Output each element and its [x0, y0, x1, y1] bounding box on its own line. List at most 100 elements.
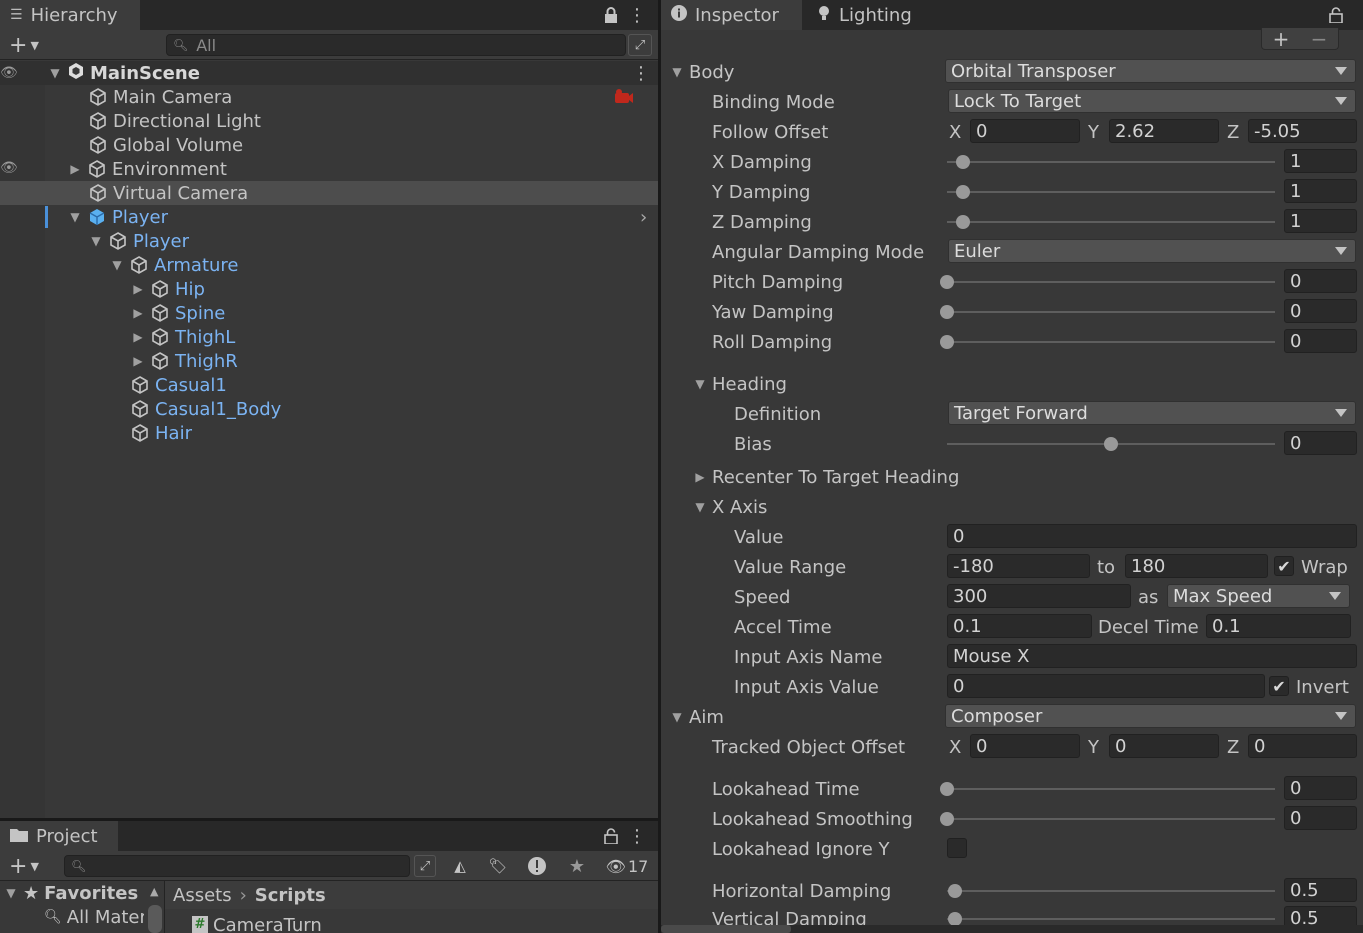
- remove-icon[interactable]: −: [1311, 27, 1328, 51]
- yaw-damping-slider-track[interactable]: [947, 311, 1275, 313]
- binding-mode-dropdown[interactable]: Lock To Target: [948, 89, 1356, 113]
- y-damping-slider-knob[interactable]: [956, 185, 971, 199]
- eye-icon[interactable]: 👁︎: [0, 160, 18, 176]
- definition-dropdown[interactable]: Target Forward: [948, 401, 1356, 425]
- hierarchy-item[interactable]: ▶ Environment: [68, 157, 227, 181]
- breadcrumb-assets[interactable]: Assets: [173, 885, 232, 906]
- favorites-item[interactable]: 🔍︎ All Mater: [44, 905, 144, 929]
- filter-by-label-icon[interactable]: 🏷︎: [486, 855, 510, 877]
- collapse-arrow-icon[interactable]: ▼: [68, 210, 82, 224]
- input-axis-name-field[interactable]: Mouse X: [947, 644, 1357, 668]
- chevron-right-icon[interactable]: ›: [640, 207, 647, 228]
- tracked-offset-y-field[interactable]: 0: [1109, 734, 1219, 758]
- roll-damping-field[interactable]: 0: [1284, 329, 1357, 353]
- hierarchy-item[interactable]: Global Volume: [88, 133, 243, 157]
- lookahead-smoothing-slider-track[interactable]: [947, 818, 1275, 820]
- bias-field[interactable]: 0: [1284, 431, 1357, 455]
- z-damping-field[interactable]: 1: [1284, 209, 1357, 233]
- speed-field[interactable]: 300: [947, 584, 1131, 608]
- tab-hierarchy[interactable]: ☰ Hierarchy: [0, 0, 140, 30]
- project-search-input[interactable]: 🔍︎: [64, 855, 410, 877]
- hierarchy-item[interactable]: Hair: [130, 421, 192, 445]
- hierarchy-item[interactable]: ▼ Armature: [110, 253, 238, 277]
- collapse-arrow-icon[interactable]: ▼: [4, 886, 18, 900]
- expand-arrow-icon[interactable]: ▶: [131, 282, 145, 296]
- hierarchy-item[interactable]: ▶ ThighR: [131, 349, 237, 373]
- hierarchy-item[interactable]: ▶ ThighL: [131, 325, 235, 349]
- collapse-arrow-icon[interactable]: ▼: [110, 258, 124, 272]
- yaw-damping-field[interactable]: 0: [1284, 299, 1357, 323]
- lock-icon[interactable]: [1327, 6, 1345, 24]
- create-add-icon[interactable]: + ▼: [4, 854, 44, 879]
- hierarchy-search-input[interactable]: 🔍︎ All: [166, 34, 626, 56]
- hierarchy-item[interactable]: Directional Light: [88, 109, 261, 133]
- vertical-scrollbar[interactable]: [148, 905, 162, 933]
- aim-foldout[interactable]: ▼ Aim: [671, 705, 723, 729]
- input-axis-value-field[interactable]: 0: [947, 674, 1265, 698]
- more-options-icon[interactable]: ⋮: [628, 826, 646, 847]
- expand-arrow-icon[interactable]: ▶: [131, 354, 145, 368]
- eye-icon[interactable]: 👁︎: [0, 65, 18, 81]
- lookahead-time-slider-track[interactable]: [947, 788, 1275, 790]
- project-file-item[interactable]: # CameraTurn: [192, 913, 322, 933]
- lookahead-ignore-y-checkbox[interactable]: [947, 838, 967, 858]
- tab-project[interactable]: Project: [0, 821, 118, 851]
- accel-time-field[interactable]: 0.1: [947, 614, 1092, 638]
- more-options-icon[interactable]: ⋮: [632, 63, 650, 84]
- search-by-scene-icon[interactable]: ⤢: [414, 855, 436, 877]
- vertical-damping-slider-knob[interactable]: [948, 912, 963, 926]
- follow-offset-y-label[interactable]: Y: [1088, 120, 1099, 144]
- y-damping-slider-track[interactable]: [947, 191, 1275, 193]
- x-damping-field[interactable]: 1: [1284, 149, 1357, 173]
- tracked-offset-x-label[interactable]: X: [949, 735, 961, 759]
- yaw-damping-slider-knob[interactable]: [940, 305, 954, 319]
- tracked-offset-z-field[interactable]: 0: [1248, 734, 1357, 758]
- value-range-min-field[interactable]: -180: [947, 554, 1090, 578]
- x-damping-slider-knob[interactable]: [956, 155, 971, 169]
- x-axis-value-field[interactable]: 0: [947, 524, 1357, 548]
- tracked-offset-y-label[interactable]: Y: [1088, 735, 1099, 759]
- scene-row[interactable]: 👁︎ ▼ MainScene ⋮: [0, 61, 658, 85]
- vertical-damping-slider-track[interactable]: [947, 918, 1275, 920]
- scene-visibility-toggle-icon[interactable]: ⤢: [628, 34, 652, 56]
- favorites-header[interactable]: ▼ ★ Favorites: [4, 881, 138, 905]
- tab-lighting[interactable]: Lighting: [807, 0, 917, 30]
- favorite-star-icon[interactable]: ★: [565, 855, 589, 877]
- lookahead-smoothing-field[interactable]: 0: [1284, 806, 1357, 830]
- scroll-up-arrow-icon[interactable]: ▲: [150, 885, 158, 898]
- lookahead-time-field[interactable]: 0: [1284, 776, 1357, 800]
- follow-offset-x-field[interactable]: 0: [970, 119, 1080, 143]
- lookahead-time-slider-knob[interactable]: [940, 782, 954, 796]
- bias-slider-knob[interactable]: [1104, 437, 1118, 451]
- follow-offset-z-label[interactable]: Z: [1227, 120, 1239, 144]
- tracked-offset-x-field[interactable]: 0: [970, 734, 1080, 758]
- expand-arrow-icon[interactable]: ▶: [131, 306, 145, 320]
- create-add-icon[interactable]: + ▼: [4, 33, 44, 58]
- lookahead-smoothing-slider-knob[interactable]: [940, 812, 954, 826]
- x-damping-slider-track[interactable]: [947, 161, 1275, 163]
- follow-offset-x-label[interactable]: X: [949, 120, 961, 144]
- tab-inspector[interactable]: Inspector: [661, 0, 802, 30]
- hierarchy-item-selected[interactable]: Virtual Camera: [0, 181, 658, 205]
- angular-damping-mode-dropdown[interactable]: Euler: [948, 239, 1356, 263]
- pitch-damping-slider-track[interactable]: [947, 281, 1275, 283]
- decel-time-field[interactable]: 0.1: [1206, 614, 1351, 638]
- follow-offset-y-field[interactable]: 2.62: [1109, 119, 1219, 143]
- hierarchy-item[interactable]: ▼ Player ›: [68, 205, 658, 229]
- roll-damping-slider-knob[interactable]: [940, 335, 954, 349]
- speed-mode-dropdown[interactable]: Max Speed: [1167, 584, 1350, 608]
- warning-icon[interactable]: [525, 855, 549, 877]
- hierarchy-item[interactable]: Casual1: [130, 373, 227, 397]
- hierarchy-item[interactable]: Main Camera: [88, 85, 232, 109]
- z-damping-slider-knob[interactable]: [956, 215, 971, 229]
- y-damping-field[interactable]: 1: [1284, 179, 1357, 203]
- filter-by-type-icon[interactable]: ◭: [448, 855, 472, 877]
- recenter-foldout[interactable]: ▶ Recenter To Target Heading: [694, 465, 959, 489]
- lock-icon[interactable]: [602, 827, 620, 845]
- add-icon[interactable]: +: [1273, 27, 1290, 51]
- pitch-damping-slider-knob[interactable]: [940, 275, 954, 289]
- hierarchy-item[interactable]: ▶ Hip: [131, 277, 205, 301]
- collapse-arrow-icon[interactable]: ▼: [89, 234, 103, 248]
- breadcrumb-scripts[interactable]: Scripts: [255, 885, 326, 906]
- z-damping-slider-track[interactable]: [947, 221, 1275, 223]
